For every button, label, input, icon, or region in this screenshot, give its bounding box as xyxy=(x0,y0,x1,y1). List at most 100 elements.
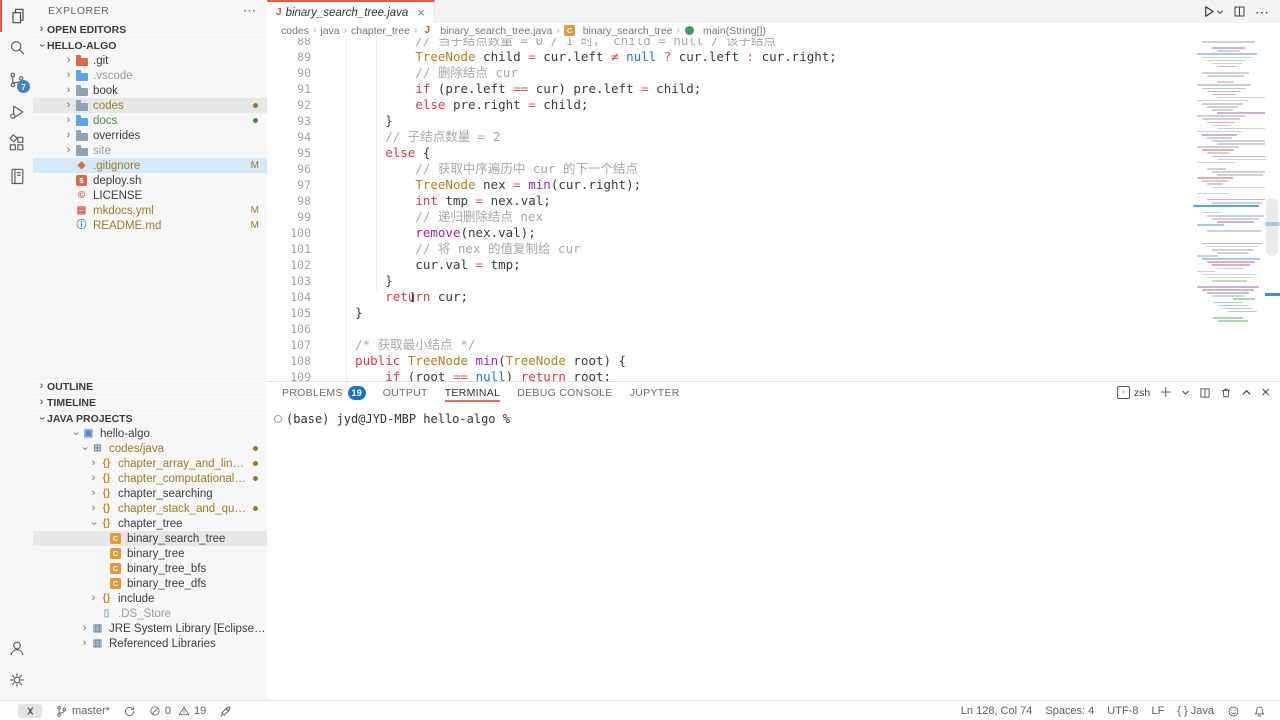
line-number[interactable]: 93 xyxy=(267,113,320,129)
run-java-button[interactable] xyxy=(1201,4,1224,19)
line-number[interactable]: 107 xyxy=(267,337,320,353)
code-line[interactable]: 97 TreeNode nex = min(cur.right); xyxy=(267,177,1192,193)
chevron-down-icon[interactable] xyxy=(1181,388,1190,397)
project-root-section[interactable]: › HELLO-ALGO xyxy=(33,37,267,53)
tree-item--gitignore[interactable]: ›◆.gitignoreM xyxy=(33,158,267,173)
close-panel-button[interactable]: × xyxy=(1261,386,1270,399)
minimap[interactable] xyxy=(1193,38,1265,381)
code-line[interactable]: 94 // 子结点数量 = 2 xyxy=(267,129,1192,145)
more-actions-icon[interactable]: ⋯ xyxy=(1255,7,1270,17)
activity-accounts[interactable] xyxy=(0,632,33,664)
tree-item--git[interactable]: ›.git xyxy=(33,53,267,68)
line-number[interactable]: 106 xyxy=(267,321,320,337)
line-number[interactable]: 96 xyxy=(267,161,320,177)
tree-item-chapter-searching[interactable]: ›{}chapter_searching xyxy=(33,486,267,501)
tree-item-overrides[interactable]: ›overrides xyxy=(33,128,267,143)
code-line[interactable]: 98 int tmp = nex.val; xyxy=(267,193,1192,209)
line-number[interactable]: 90 xyxy=(267,65,320,81)
tree-item--ds-store[interactable]: ›▯.DS_Store xyxy=(33,606,267,621)
code-line[interactable]: 92 else pre.right = child; xyxy=(267,97,1192,113)
tree-item-binary-tree-dfs[interactable]: ›Cbinary_tree_dfs xyxy=(33,576,267,591)
split-editor-button[interactable] xyxy=(1233,5,1246,18)
remote-indicator[interactable] xyxy=(18,704,42,718)
line-number[interactable]: 101 xyxy=(267,241,320,257)
code-line[interactable]: 93 } xyxy=(267,113,1192,129)
tree-item-binary-tree[interactable]: ›Cbinary_tree xyxy=(33,546,267,561)
tree-item-chapter-tree[interactable]: ›{}chapter_tree xyxy=(33,516,267,531)
code-line[interactable]: 91 if (pre.left == cur) pre.left = child… xyxy=(267,81,1192,97)
tab-binary-search-tree-java[interactable]: J binary_search_tree.java × xyxy=(267,0,435,23)
open-editors-section[interactable]: › OPEN EDITORS xyxy=(33,22,267,37)
activity-notebook[interactable] xyxy=(0,160,33,192)
line-number[interactable]: 104 xyxy=(267,289,320,305)
activity-source-control[interactable]: 7 xyxy=(0,64,33,96)
breadcrumb-item[interactable]: Cbinary_search_tree xyxy=(564,24,673,37)
tree-item-readme-md[interactable]: ›ⓘREADME.mdM xyxy=(33,218,267,233)
maximize-panel-button[interactable] xyxy=(1241,387,1252,398)
code-line[interactable]: 105 } xyxy=(267,305,1192,321)
panel-tab-problems[interactable]: PROBLEMS19 xyxy=(282,382,366,403)
code-line[interactable]: 100 remove(nex.val); xyxy=(267,225,1192,241)
panel-tab-jupyter[interactable]: JUPYTER xyxy=(630,382,680,403)
terminal-picker[interactable]: › zsh xyxy=(1117,386,1150,399)
status-cursor-position[interactable]: Ln 128, Col 74 xyxy=(961,705,1033,717)
code-line[interactable]: 101 // 将 nex 的值复制给 cur xyxy=(267,241,1192,257)
tree-item-book[interactable]: ›book xyxy=(33,83,267,98)
close-icon[interactable]: × xyxy=(417,6,425,19)
breadcrumb-item[interactable]: main(String[]) xyxy=(684,24,766,37)
line-number[interactable]: 100 xyxy=(267,225,320,241)
code-line[interactable]: 104 return cur; xyxy=(267,289,1192,305)
code-line[interactable]: 96 // 获取中序遍历中 cur 的下一个结点 xyxy=(267,161,1192,177)
tree-item-chapter-array-and-linkedlist[interactable]: ›{}chapter_array_and_linkedlist xyxy=(33,456,267,471)
overview-ruler[interactable] xyxy=(1265,38,1280,381)
line-number[interactable]: 99 xyxy=(267,209,320,225)
line-number[interactable]: 98 xyxy=(267,193,320,209)
status-language-mode[interactable]: { } Java xyxy=(1177,705,1214,717)
panel-tab-terminal[interactable]: TERMINAL xyxy=(445,382,501,403)
code-line[interactable]: 106 xyxy=(267,321,1192,337)
sync-changes-button[interactable] xyxy=(123,705,136,718)
tree-item-deploy-sh[interactable]: ›$deploy.sh xyxy=(33,173,267,188)
terminal-content[interactable]: (base) jyd@JYD-MBP hello-algo % xyxy=(267,403,1280,427)
tree-item-mkdocs-yml[interactable]: ›▤mkdocs.ymlM xyxy=(33,203,267,218)
code-line[interactable]: 102 cur.val = tmp; xyxy=(267,257,1192,273)
breadcrumb-item[interactable]: chapter_tree xyxy=(351,25,410,37)
code-line[interactable]: 103 } xyxy=(267,273,1192,289)
tree-item-binary-tree-bfs[interactable]: ›Cbinary_tree_bfs xyxy=(33,561,267,576)
tree-item-hello-algo[interactable]: ›▣hello-algo xyxy=(33,426,267,441)
code-line[interactable]: 109 if (root == null) return root; xyxy=(267,369,1192,381)
launch-button[interactable] xyxy=(219,705,232,718)
more-actions-icon[interactable]: ⋯ xyxy=(243,3,257,19)
feedback-button[interactable] xyxy=(1227,705,1240,718)
tree-item-chapter-stack-and-queue[interactable]: ›{}chapter_stack_and_queue xyxy=(33,501,267,516)
line-number[interactable]: 88 xyxy=(267,38,320,49)
code-line[interactable]: 88 // 当子结点数量 = 0 / 1 时， child = null / 该… xyxy=(267,38,1192,49)
new-terminal-button[interactable]: ＋ xyxy=(1159,386,1172,399)
breadcrumb-item[interactable]: codes xyxy=(281,25,309,37)
code-line[interactable]: 89 TreeNode child = cur.left ≠ null ? cu… xyxy=(267,49,1192,65)
line-number[interactable]: 105 xyxy=(267,305,320,321)
panel-tab-debug-console[interactable]: DEBUG CONSOLE xyxy=(517,382,613,403)
line-number[interactable]: 103 xyxy=(267,273,320,289)
status-indentation[interactable]: Spaces: 4 xyxy=(1045,705,1094,717)
panel-tab-output[interactable]: OUTPUT xyxy=(383,382,428,403)
tree-item-include[interactable]: ›{}include xyxy=(33,591,267,606)
line-number[interactable]: 92 xyxy=(267,97,320,113)
scrollbar-thumb[interactable] xyxy=(1266,198,1278,256)
line-number[interactable]: 102 xyxy=(267,257,320,273)
tree-item-chapter-computational-complexity[interactable]: ›{}chapter_computational_complexity xyxy=(33,471,267,486)
git-branch-status[interactable]: master* xyxy=(55,705,110,718)
tree-item-codes-java[interactable]: ›⊞codes/java xyxy=(33,441,267,456)
tree-item-referenced-libraries[interactable]: ›▥Referenced Libraries xyxy=(33,636,267,651)
activity-search[interactable] xyxy=(0,32,33,64)
split-terminal-button[interactable] xyxy=(1199,387,1211,399)
status-encoding[interactable]: UTF-8 xyxy=(1107,705,1138,717)
line-number[interactable]: 108 xyxy=(267,353,320,369)
activity-explorer[interactable] xyxy=(0,0,35,32)
status-eol[interactable]: LF xyxy=(1151,705,1164,717)
tree-item-docs[interactable]: ›docs xyxy=(33,113,267,128)
tree-item-codes[interactable]: ›codes xyxy=(33,98,267,113)
line-number[interactable]: 109 xyxy=(267,369,320,381)
line-number[interactable]: 89 xyxy=(267,49,320,65)
problems-status[interactable]: 019 xyxy=(149,705,206,717)
